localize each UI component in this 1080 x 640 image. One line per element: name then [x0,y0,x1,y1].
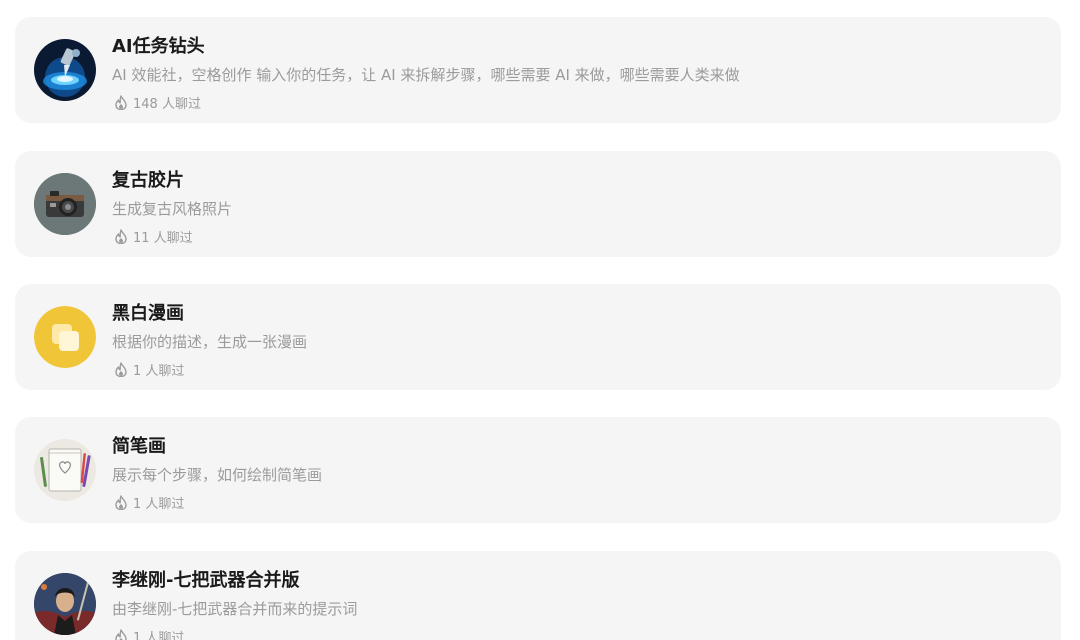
bot-title: AI任务钻头 [112,36,205,57]
flame-icon [115,495,127,510]
bot-card-retro-film[interactable]: 复古胶片 生成复古风格照片 11 人聊过 [15,151,1061,257]
flame-icon [115,229,127,244]
flame-icon [115,629,127,640]
overlap-squares-icon [34,306,96,368]
chat-count-label: 1 人聊过 [133,364,185,379]
chat-count-label: 148 人聊过 [133,97,201,112]
chat-count: 1 人聊过 [114,360,184,379]
bot-list: AI任务钻头 AI 效能社，空格创作 输入你的任务，让 AI 来拆解步骤，哪些需… [0,0,1080,640]
chat-count: 1 人聊过 [114,493,184,512]
bot-description: 展示每个步骤，如何绘制简笔画 [112,466,323,484]
chat-count-label: 11 人聊过 [133,231,193,246]
chat-count: 11 人聊过 [114,227,193,246]
bot-card-bw-comic[interactable]: 黑白漫画 根据你的描述，生成一张漫画 1 人聊过 [15,284,1061,390]
chat-count: 1 人聊过 [114,627,184,640]
bot-card-stick-drawing[interactable]: 简笔画 展示每个步骤，如何绘制简笔画 1 人聊过 [15,417,1061,523]
flame-icon [115,95,127,110]
bot-card-ai-task-drill[interactable]: AI任务钻头 AI 效能社，空格创作 输入你的任务，让 AI 来拆解步骤，哪些需… [15,17,1061,123]
bot-card-li-jigang-seven-weapons[interactable]: 李继刚-七把武器合并版 由李继刚-七把武器合并而来的提示词 1 人聊过 [15,551,1061,640]
flame-icon [115,362,127,377]
bot-description: 由李继刚-七把武器合并而来的提示词 [112,600,358,618]
chat-count-label: 1 人聊过 [133,631,185,640]
chat-count-label: 1 人聊过 [133,497,185,512]
drill-icon [34,39,96,101]
bot-title: 李继刚-七把武器合并版 [112,570,300,591]
bot-title: 黑白漫画 [112,303,184,324]
bot-title: 简笔画 [112,436,166,457]
bot-title: 复古胶片 [112,170,184,191]
sketchbook-icon [34,439,96,501]
bot-description: AI 效能社，空格创作 输入你的任务，让 AI 来拆解步骤，哪些需要 AI 来做… [112,66,740,84]
bot-description: 根据你的描述，生成一张漫画 [112,333,308,351]
bot-description: 生成复古风格照片 [112,200,233,218]
warrior-portrait-icon [34,573,96,635]
chat-count: 148 人聊过 [114,93,201,112]
camera-icon [34,173,96,235]
